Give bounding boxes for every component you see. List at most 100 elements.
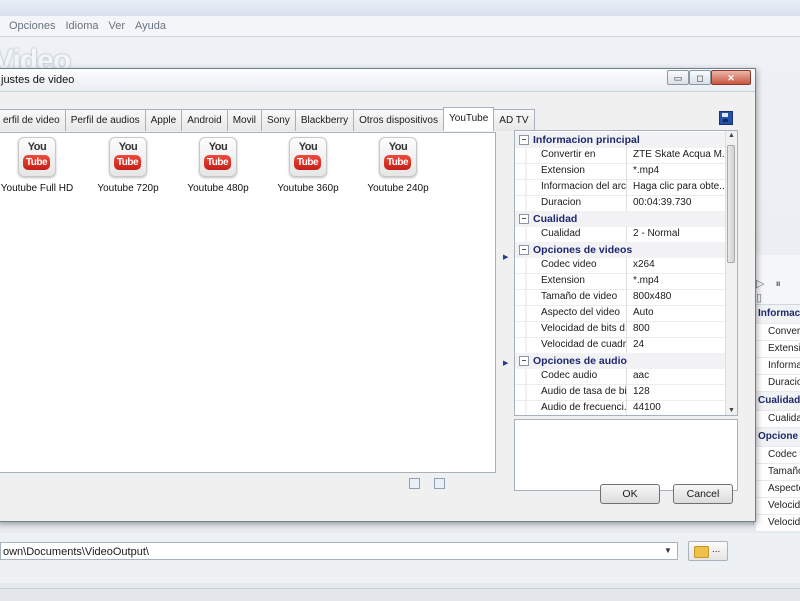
youtube-icon-top: You xyxy=(388,141,408,153)
tab-ad-tv[interactable]: AD TV xyxy=(493,109,535,131)
collapse-icon[interactable]: − xyxy=(519,135,529,146)
save-icon[interactable] xyxy=(719,111,733,125)
preset-label: Youtube 240p xyxy=(367,183,429,194)
bg-property-row: Cualida xyxy=(756,411,800,428)
property-section[interactable]: − Informacion principal xyxy=(515,132,725,148)
tab-apple[interactable]: Apple xyxy=(144,109,183,131)
property-value[interactable]: Auto xyxy=(631,305,727,321)
property-row[interactable]: Audio de frecuenci... 44100 xyxy=(515,400,727,415)
browse-folder-button[interactable]: ... xyxy=(688,541,728,561)
property-row[interactable]: Informacion del arc... Haga clic para obt… xyxy=(515,179,727,196)
property-value[interactable]: 44100 xyxy=(631,400,727,415)
properties-scrollbar[interactable]: ▲ ▼ xyxy=(725,131,737,415)
preset-item[interactable]: You Tube Youtube 480p xyxy=(178,137,258,194)
bg-property-section: Informac xyxy=(756,305,800,324)
splitter[interactable]: ▶ ▶ xyxy=(502,253,510,373)
menu-idioma[interactable]: Idioma xyxy=(65,20,98,32)
property-value[interactable]: Haga clic para obte... xyxy=(631,179,727,195)
tab-perfil-de-audios[interactable]: Perfil de audios xyxy=(64,109,146,131)
property-section[interactable]: − Opciones de videos xyxy=(515,242,725,258)
collapse-icon[interactable]: − xyxy=(519,214,529,225)
property-value[interactable]: x264 xyxy=(631,257,727,273)
preset-item[interactable]: You Tube Youtube Full HD xyxy=(0,137,77,194)
property-value[interactable]: 00:04:39.730 xyxy=(631,195,727,211)
youtube-icon-bottom: Tube xyxy=(294,155,321,170)
restore-button[interactable]: ◻ xyxy=(689,70,711,85)
tab-android[interactable]: Android xyxy=(181,109,228,131)
property-row[interactable]: Extension *.mp4 xyxy=(515,163,725,180)
youtube-icon-bottom: Tube xyxy=(23,155,50,170)
tab-youtube[interactable]: YouTube xyxy=(443,107,495,131)
preset-item[interactable]: You Tube Youtube 240p xyxy=(358,137,438,194)
player-controls[interactable]: ▷ ⏸ ▯ xyxy=(756,277,800,304)
tab-otros-dispositivos[interactable]: Otros dispositivos xyxy=(353,109,444,131)
ok-button[interactable]: OK xyxy=(600,484,660,504)
property-row[interactable]: Convertir en ZTE Skate Acqua M... xyxy=(515,147,727,164)
cancel-button[interactable]: Cancel xyxy=(673,484,733,504)
youtube-icon-top: You xyxy=(118,141,138,153)
property-row[interactable]: Extension *.mp4 xyxy=(515,273,725,290)
grid-icon[interactable] xyxy=(434,478,445,489)
scroll-up-icon[interactable]: ▲ xyxy=(727,132,736,139)
folder-icon xyxy=(694,546,709,558)
property-value[interactable]: 24 xyxy=(631,337,727,353)
app-menubar: Opciones Idioma Ver Ayuda xyxy=(0,16,800,37)
property-row[interactable]: Duracion 00:04:39.730 xyxy=(515,195,725,212)
section-label: Cualidad xyxy=(533,213,578,225)
bg-property-row: Tamaño xyxy=(756,464,800,481)
minimize-button[interactable]: ▭ xyxy=(667,70,689,85)
menu-opciones[interactable]: Opciones xyxy=(9,20,55,32)
property-row[interactable]: Audio de tasa de bits 128 xyxy=(515,384,725,401)
arrow-right-icon[interactable]: ▶ xyxy=(503,359,508,367)
property-section[interactable]: − Opciones de audio xyxy=(515,353,725,369)
output-path-combo[interactable]: own\Documents\VideoOutput\ xyxy=(0,542,678,560)
property-name: Audio de frecuenci... xyxy=(527,400,627,415)
menu-ayuda[interactable]: Ayuda xyxy=(135,20,166,32)
arrow-right-icon[interactable]: ▶ xyxy=(503,253,508,261)
property-row[interactable]: Velocidad de bits d... 800 xyxy=(515,321,725,338)
property-row[interactable]: Cualidad 2 - Normal xyxy=(515,226,725,243)
property-row[interactable]: Aspecto del video Auto xyxy=(515,305,725,322)
property-name: Audio de tasa de bits xyxy=(527,384,627,400)
bg-property-row: Extensi xyxy=(756,341,800,358)
scroll-down-icon[interactable]: ▼ xyxy=(727,407,736,414)
property-value[interactable]: 800 xyxy=(631,321,727,337)
property-value[interactable]: 2 - Normal xyxy=(631,226,727,242)
video-settings-dialog: justes de video ▭ ◻ ✕ erfil de video Perf… xyxy=(0,68,756,522)
property-value[interactable]: *.mp4 xyxy=(631,163,727,179)
scroll-thumb[interactable] xyxy=(727,145,735,263)
property-value[interactable]: 800x480 xyxy=(631,289,727,305)
tab-erfil-de-video[interactable]: erfil de video xyxy=(0,109,66,131)
bg-property-row: Duracio xyxy=(756,375,800,392)
youtube-icon: You Tube xyxy=(289,137,327,177)
bg-property-row: Velocida xyxy=(756,498,800,515)
property-row[interactable]: Velocidad de cuadr... 24 xyxy=(515,337,725,354)
property-value[interactable]: 128 xyxy=(631,384,727,400)
dialog-titlebar[interactable] xyxy=(0,69,755,92)
property-value[interactable]: ZTE Skate Acqua M... xyxy=(631,147,727,163)
collapse-icon[interactable]: − xyxy=(519,245,529,256)
preset-item[interactable]: You Tube Youtube 360p xyxy=(268,137,348,194)
property-value[interactable]: aac xyxy=(631,368,727,384)
property-row[interactable]: Codec video x264 xyxy=(515,257,725,274)
bg-property-row: Informa xyxy=(756,358,800,375)
collapse-icon[interactable]: − xyxy=(519,356,529,367)
property-name: Informacion del arc... xyxy=(527,179,627,195)
property-row[interactable]: Codec audio aac xyxy=(515,368,725,385)
chevron-down-icon[interactable]: ▼ xyxy=(660,543,676,559)
tab-movil[interactable]: Movil xyxy=(226,109,263,131)
youtube-icon: You Tube xyxy=(109,137,147,177)
expand-icon[interactable] xyxy=(409,478,420,489)
preset-item[interactable]: You Tube Youtube 720p xyxy=(88,137,168,194)
properties-grid: − Informacion principal Convertir en ZTE Sk… xyxy=(514,130,738,416)
property-section[interactable]: − Cualidad xyxy=(515,211,725,227)
close-button[interactable]: ✕ xyxy=(711,70,751,85)
property-row[interactable]: Tamaño de video 800x480 xyxy=(515,289,725,306)
menu-ver[interactable]: Ver xyxy=(109,20,126,32)
browse-label: ... xyxy=(712,544,721,555)
property-description xyxy=(514,419,738,491)
status-bar xyxy=(0,588,800,601)
tab-blackberry[interactable]: Blackberry xyxy=(294,109,355,131)
property-value[interactable]: *.mp4 xyxy=(631,273,727,289)
tab-sony[interactable]: Sony xyxy=(261,109,296,131)
